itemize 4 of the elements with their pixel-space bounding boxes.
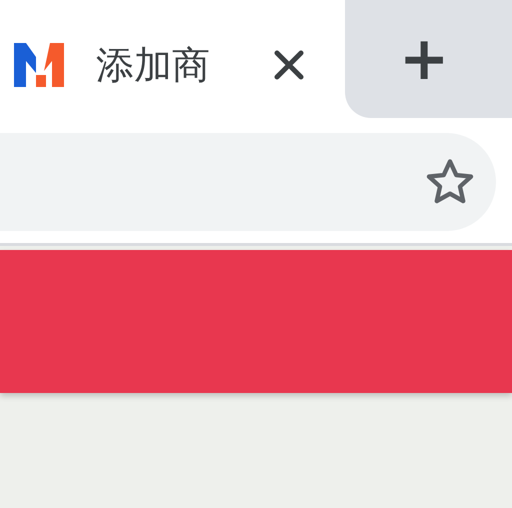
close-icon[interactable] <box>274 50 304 80</box>
tab-title: 添加商 <box>96 42 211 88</box>
new-tab-button[interactable]: + <box>395 29 454 89</box>
logo-icon <box>14 43 66 87</box>
